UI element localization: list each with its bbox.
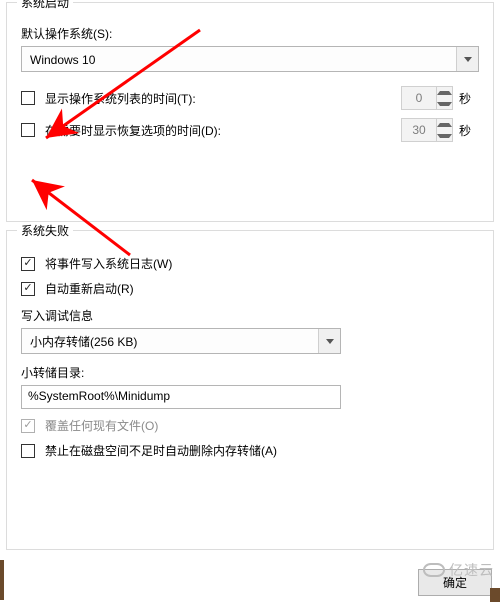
default-os-value: Windows 10 (22, 47, 456, 71)
debug-info-label: 写入调试信息 (21, 307, 479, 324)
watermark: 亿速云 (423, 560, 494, 580)
show-recovery-seconds-spinner[interactable]: 30 (401, 118, 453, 142)
show-recovery-checkbox[interactable] (21, 123, 35, 137)
show-os-list-seconds-spinner[interactable]: 0 (401, 86, 453, 110)
watermark-logo-icon (423, 563, 445, 577)
chevron-down-icon (437, 98, 452, 109)
dump-dir-label: 小转储目录: (21, 364, 479, 381)
chevron-up-icon (437, 87, 452, 98)
auto-restart-label: 自动重新启动(R) (45, 280, 134, 297)
show-recovery-label: 在需要时显示恢复选项的时间(D): (45, 122, 395, 139)
dump-type-select[interactable]: 小内存转储(256 KB) (21, 328, 341, 354)
chevron-up-icon (437, 119, 452, 130)
show-os-list-seconds-value: 0 (402, 87, 436, 109)
dump-type-value: 小内存转储(256 KB) (22, 329, 318, 353)
show-os-list-label: 显示操作系统列表的时间(T): (45, 90, 395, 107)
show-recovery-seconds-value: 30 (402, 119, 436, 141)
dump-dir-input[interactable]: %SystemRoot%\Minidump (21, 385, 341, 409)
system-startup-title: 系统启动 (17, 0, 73, 11)
chevron-down-icon (318, 329, 340, 353)
overwrite-label: 覆盖任何现有文件(O) (45, 417, 158, 434)
write-event-checkbox[interactable] (21, 257, 35, 271)
seconds-unit: 秒 (459, 90, 479, 107)
no-delete-low-space-label: 禁止在磁盘空间不足时自动删除内存转储(A) (45, 442, 277, 459)
write-event-label: 将事件写入系统日志(W) (45, 255, 172, 272)
window-edge (0, 560, 4, 600)
chevron-down-icon (456, 47, 478, 71)
no-delete-low-space-checkbox[interactable] (21, 444, 35, 458)
seconds-unit: 秒 (459, 122, 479, 139)
show-os-list-checkbox[interactable] (21, 91, 35, 105)
watermark-text: 亿速云 (449, 560, 494, 580)
auto-restart-checkbox[interactable] (21, 282, 35, 296)
default-os-label: 默认操作系统(S): (21, 25, 479, 42)
overwrite-checkbox (21, 419, 35, 433)
default-os-select[interactable]: Windows 10 (21, 46, 479, 72)
system-failure-title: 系统失败 (17, 222, 73, 239)
chevron-down-icon (437, 130, 452, 141)
system-startup-group: 系统启动 默认操作系统(S): Windows 10 显示操作系统列表的时间(T… (6, 2, 494, 222)
system-failure-group: 系统失败 将事件写入系统日志(W) 自动重新启动(R) 写入调试信息 小内存转储… (6, 230, 494, 550)
